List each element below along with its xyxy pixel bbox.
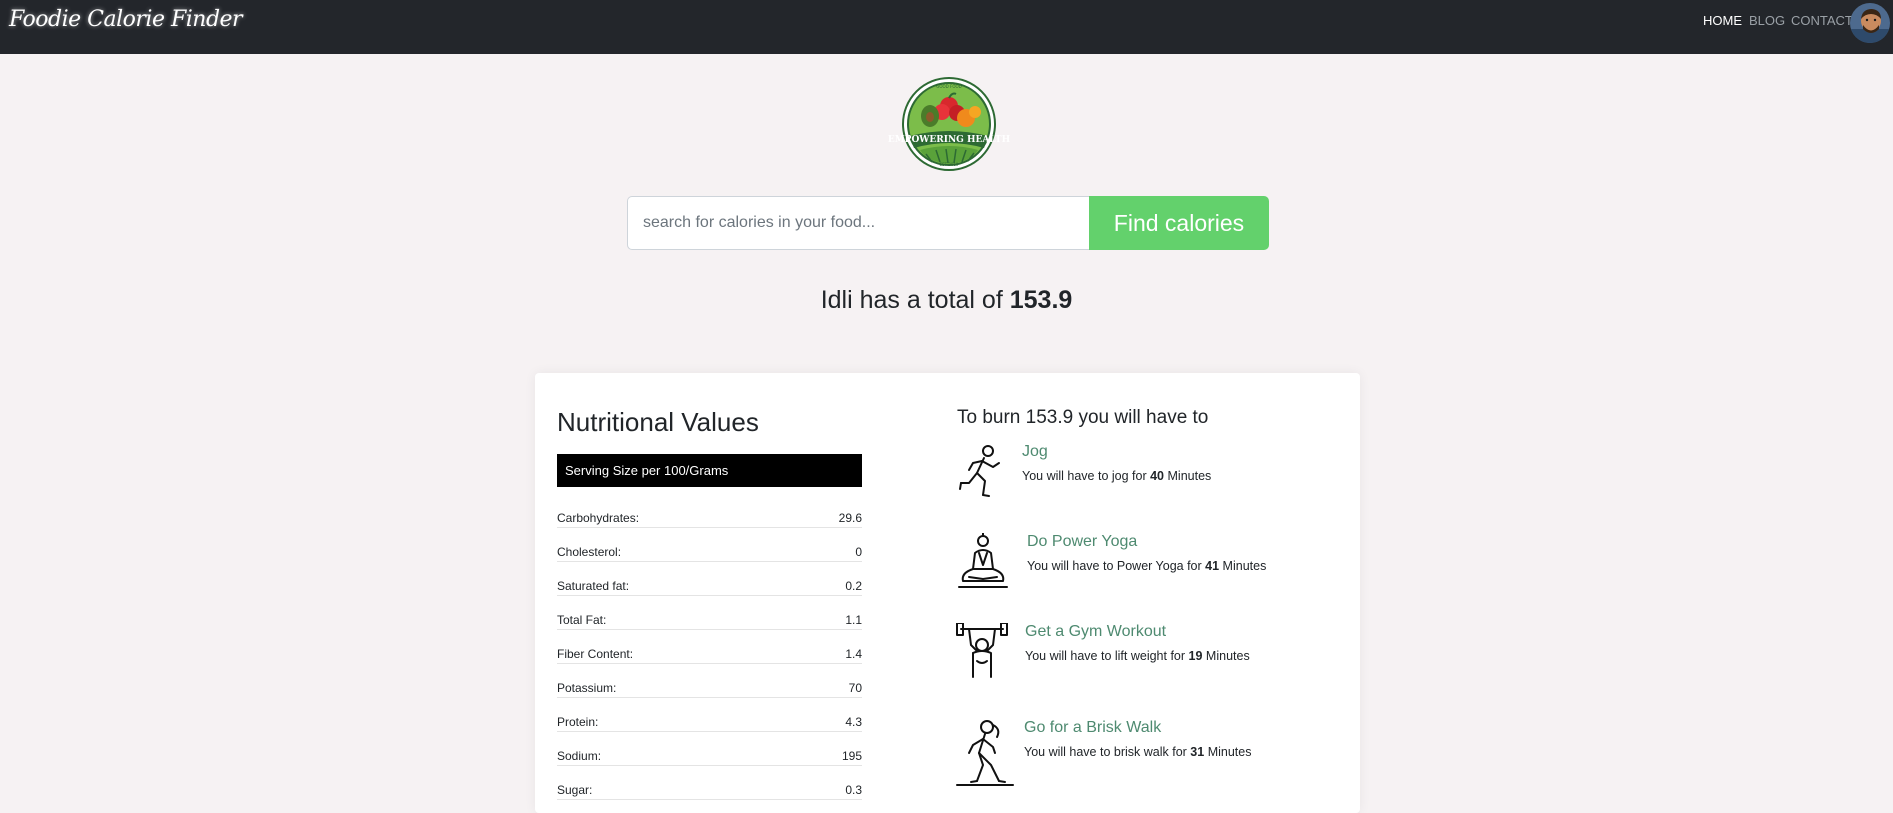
activity-gym-workout: Get a Gym Workout You will have to lift … <box>955 623 1335 693</box>
nutrition-row: Protein: 4.3 <box>557 698 862 732</box>
nav-link-blog[interactable]: BLOG <box>1749 13 1785 28</box>
avatar[interactable] <box>1850 3 1890 43</box>
logo-top-text: GOOD FOOD <box>936 84 961 89</box>
activity-unit: Minutes <box>1207 745 1252 759</box>
jogging-icon <box>959 445 1000 497</box>
activity-name[interactable]: Go for a Brisk Walk <box>1024 719 1161 737</box>
activity-name[interactable]: Do Power Yoga <box>1027 533 1137 551</box>
brand-logo-text[interactable]: Foodie Calorie Finder <box>9 7 243 32</box>
weightlifting-icon <box>956 623 1008 678</box>
activity-minutes: 31 <box>1190 745 1205 759</box>
nutrition-row: Fiber Content: 1.4 <box>557 630 862 664</box>
activity-description: You will have to jog for 40 Minutes <box>1022 469 1211 483</box>
activity-name[interactable]: Get a Gym Workout <box>1025 623 1166 641</box>
nutrition-row: Potassium: 70 <box>557 664 862 698</box>
burn-title: To burn 153.9 you will have to <box>957 407 1209 428</box>
nutrient-value: 0 <box>855 545 862 559</box>
nutrition-row: Carbohydrates: 29.6 <box>557 494 862 528</box>
result-prefix: has a total of <box>859 286 1003 314</box>
nav-link-contact[interactable]: CONTACT <box>1791 13 1853 28</box>
activity-power-yoga: Do Power Yoga You will have to Power Yog… <box>955 533 1335 603</box>
nutrient-label: Sugar: <box>557 783 593 797</box>
walking-icon <box>956 720 1014 786</box>
activity-minutes: 40 <box>1150 469 1165 483</box>
nutrient-label: Sodium: <box>557 749 602 763</box>
logo-text: EMPOWERING HEALTH <box>888 135 1011 145</box>
nutrient-value: 70 <box>848 681 862 695</box>
activity-unit: Minutes <box>1167 469 1212 483</box>
nutrient-value: 29.6 <box>838 511 862 525</box>
nutrient-label: Saturated fat: <box>557 579 630 593</box>
activity-minutes: 41 <box>1205 559 1220 573</box>
nutrient-label: Potassium: <box>557 681 617 695</box>
serving-size-header: Serving Size per 100/Grams <box>557 454 862 487</box>
logo-bottom-text: EST 2019 <box>940 162 959 167</box>
nutrition-row: Saturated fat: 0.2 <box>557 562 862 596</box>
activity-brisk-walk: Go for a Brisk Walk You will have to bri… <box>955 719 1335 789</box>
activity-name[interactable]: Jog <box>1022 443 1048 461</box>
nutrient-label: Fiber Content: <box>557 647 634 661</box>
nutrient-label: Total Fat: <box>557 613 607 627</box>
nutrient-value: 4.3 <box>845 715 862 729</box>
nutrient-value: 0.2 <box>845 579 862 593</box>
nutrition-card: Nutritional Values Serving Size per 100/… <box>535 373 1360 813</box>
nutrient-value: 0.3 <box>845 783 862 797</box>
activity-description: You will have to brisk walk for 31 Minut… <box>1024 745 1251 759</box>
nutrition-row: Total Fat: 1.1 <box>557 596 862 630</box>
activity-unit: Minutes <box>1222 559 1267 573</box>
nutritional-values-title: Nutritional Values <box>557 407 759 437</box>
nutrient-label: Protein: <box>557 715 599 729</box>
nutrient-label: Carbohydrates: <box>557 511 640 525</box>
activity-desc-text: You will have to jog for <box>1022 469 1147 483</box>
search-input[interactable] <box>627 196 1090 250</box>
result-food-name: Idli <box>820 286 853 314</box>
yoga-icon <box>958 533 1008 588</box>
activity-unit: Minutes <box>1205 649 1250 663</box>
result-calories: 153.9 <box>1009 286 1073 314</box>
nutrition-row: Cholesterol: 0 <box>557 528 862 562</box>
nutrient-value: 195 <box>841 749 862 763</box>
nav-link-home[interactable]: HOME <box>1703 13 1742 28</box>
activity-description: You will have to Power Yoga for 41 Minut… <box>1027 559 1266 573</box>
nutrition-row: Sodium: 195 <box>557 732 862 766</box>
find-calories-button[interactable]: Find calories <box>1089 196 1269 250</box>
empowering-health-logo: EMPOWERING HEALTH GOOD FOOD EST 2019 <box>880 76 1018 176</box>
nutrient-value: 1.1 <box>845 613 862 627</box>
navbar: Foodie Calorie Finder HOME BLOG CONTACT <box>0 0 1893 54</box>
activity-description: You will have to lift weight for 19 Minu… <box>1025 649 1250 663</box>
result-title: Idli has a total of 153.9 <box>0 286 1893 315</box>
activity-minutes: 19 <box>1188 649 1203 663</box>
activity-desc-text: You will have to brisk walk for <box>1024 745 1187 759</box>
nutrient-label: Cholesterol: <box>557 545 622 559</box>
activity-desc-text: You will have to Power Yoga for <box>1027 559 1202 573</box>
activity-desc-text: You will have to lift weight for <box>1025 649 1186 663</box>
nutrition-row: Sugar: 0.3 <box>557 766 862 800</box>
nutrient-value: 1.4 <box>845 647 862 661</box>
activity-jog: Jog You will have to jog for 40 Minutes <box>955 443 1335 513</box>
